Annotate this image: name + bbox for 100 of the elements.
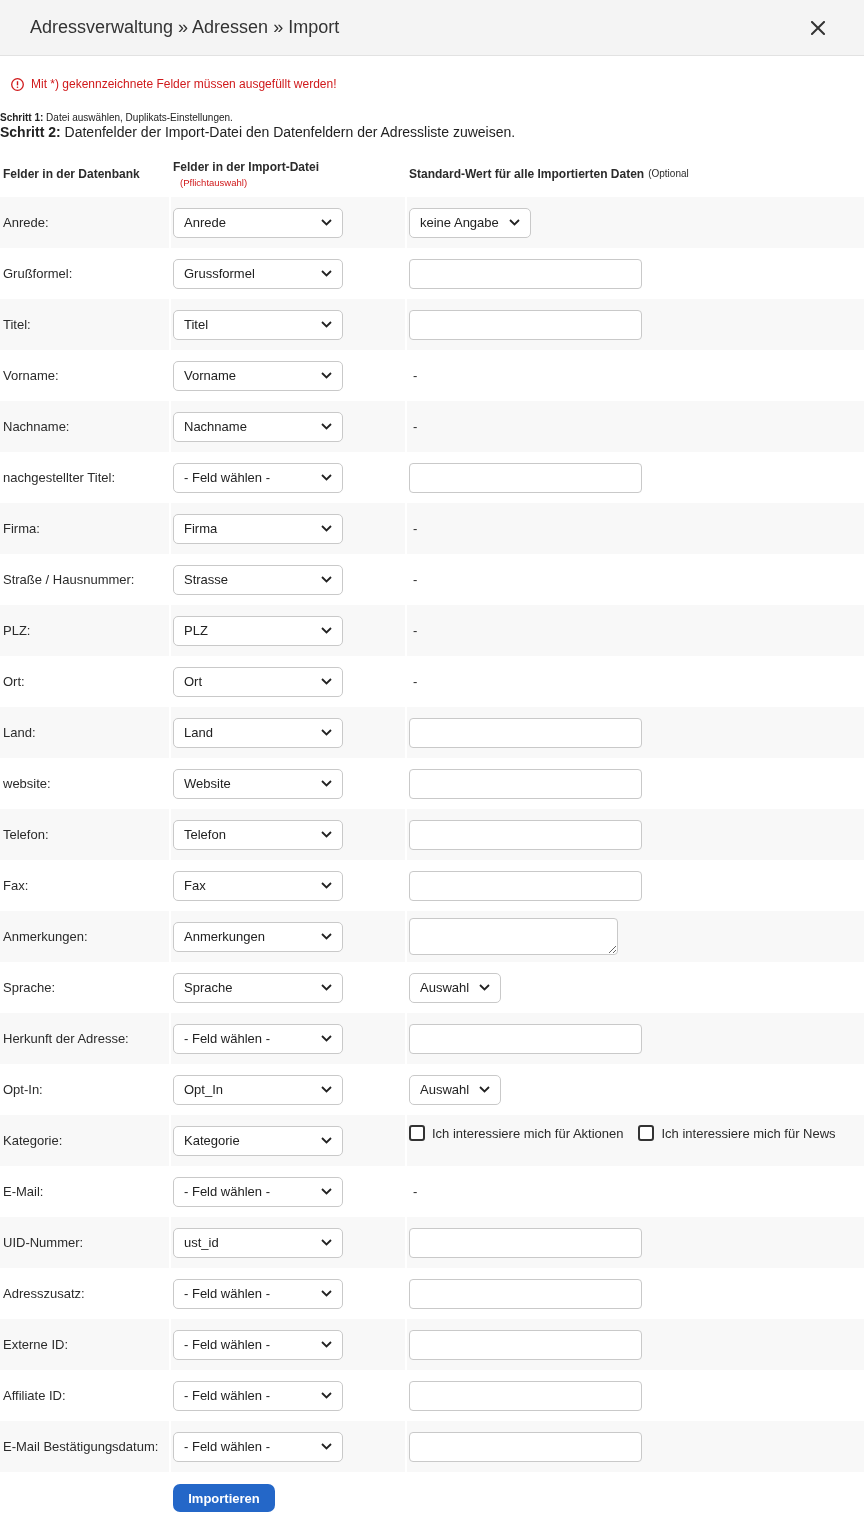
dropdown[interactable]: Telefon (173, 819, 343, 850)
chevron-down-icon (321, 780, 332, 787)
checkbox-label[interactable]: Ich interessiere mich für Aktionen (432, 1125, 624, 1141)
chevron-down-icon (479, 984, 491, 991)
chevron-down-icon (321, 1035, 332, 1042)
chevron-down-icon (321, 933, 332, 940)
dash-text: - (412, 674, 418, 689)
text-input[interactable] (409, 1278, 642, 1309)
checkbox[interactable] (638, 1125, 655, 1141)
dropdown[interactable]: Grussformel (173, 258, 343, 289)
dropdown[interactable]: Anrede (173, 207, 343, 238)
text-input[interactable] (409, 1023, 642, 1054)
field-label: PLZ: (3, 623, 31, 638)
chevron-down-icon (321, 831, 332, 838)
field-label: UID-Nummer: (3, 1235, 84, 1250)
column-note: (Optional (648, 168, 689, 179)
dropdown[interactable]: Sprache (173, 972, 343, 1003)
chevron-down-icon (321, 1239, 332, 1246)
dropdown[interactable]: Auswahl (409, 972, 502, 1003)
text-input[interactable] (409, 870, 642, 901)
dropdown[interactable]: - Feld wählen - (173, 1023, 343, 1054)
dropdown[interactable]: - Feld wählen - (173, 462, 343, 493)
dash-text: - (412, 368, 418, 383)
page-title: Adressverwaltung » Adressen » Import (30, 17, 340, 38)
dash-text: - (412, 1184, 418, 1199)
chevron-down-icon (321, 729, 332, 736)
dropdown[interactable]: - Feld wählen - (173, 1278, 343, 1309)
chevron-down-icon (321, 525, 332, 532)
field-label: Nachname: (3, 419, 70, 434)
dropdown[interactable]: keine Angabe (409, 207, 531, 238)
field-label: Affiliate ID: (3, 1388, 66, 1403)
chevron-down-icon (321, 1392, 332, 1399)
chevron-down-icon (321, 1341, 332, 1348)
text-input[interactable] (409, 1227, 642, 1258)
dash-text: - (412, 521, 418, 536)
dropdown[interactable]: Opt_In (173, 1074, 343, 1105)
close-button[interactable] (811, 20, 825, 35)
column-note: (Pflichtauswahl) (180, 176, 248, 188)
chevron-down-icon (321, 678, 332, 685)
chevron-down-icon (321, 423, 332, 430)
dropdown[interactable]: Firma (173, 513, 343, 544)
textarea-field[interactable] (409, 918, 618, 955)
dropdown[interactable]: Vorname (173, 360, 343, 391)
notice-text: Mit *) gekennzeichnete Felder müssen ausgefüllt werden! (31, 76, 337, 92)
dropdown[interactable]: Auswahl (409, 1074, 502, 1105)
dash-text: - (412, 419, 418, 434)
checkbox-label[interactable]: Ich interessiere mich für News (661, 1125, 836, 1141)
chevron-down-icon (321, 321, 332, 328)
dropdown[interactable]: - Feld wählen - (173, 1176, 343, 1207)
checkbox[interactable] (409, 1125, 425, 1141)
text-input[interactable] (409, 768, 642, 799)
field-label: Ort: (3, 674, 25, 689)
import-button[interactable]: Importieren (173, 1484, 275, 1512)
field-label: website: (3, 776, 51, 791)
text-input[interactable] (409, 309, 642, 340)
dash-text: - (412, 572, 418, 587)
text-input[interactable] (409, 1329, 642, 1360)
field-label: E-Mail Bestätigungsdatum: (3, 1439, 159, 1454)
chevron-down-icon (508, 219, 520, 226)
field-label: Telefon: (3, 827, 49, 842)
field-label: Titel: (3, 317, 31, 332)
field-label: nachgestellter Titel: (3, 470, 115, 485)
field-label: Anmerkungen: (3, 929, 88, 944)
text-input[interactable] (409, 717, 642, 748)
dropdown[interactable]: Titel (173, 309, 343, 340)
chevron-down-icon (321, 984, 332, 991)
dropdown[interactable]: PLZ (173, 615, 343, 646)
dropdown[interactable]: Anmerkungen (173, 921, 343, 952)
dropdown[interactable]: - Feld wählen - (173, 1431, 343, 1462)
chevron-down-icon (321, 372, 332, 379)
close-icon (811, 20, 825, 35)
column-header: Standard-Wert für alle Importierten Daten (409, 166, 645, 181)
dropdown[interactable]: Kategorie (173, 1125, 343, 1156)
dropdown[interactable]: - Feld wählen - (173, 1329, 343, 1360)
dash-text: - (412, 623, 418, 638)
text-input[interactable] (409, 1431, 642, 1462)
field-label: Grußformel: (3, 266, 73, 281)
text-input[interactable] (409, 1380, 642, 1411)
field-label: Anrede: (3, 215, 49, 230)
dropdown[interactable]: Fax (173, 870, 343, 901)
chevron-down-icon (321, 1188, 332, 1195)
field-label: Vorname: (3, 368, 59, 383)
column-header: Felder in der Import-Datei (173, 159, 320, 174)
field-label: Firma: (3, 521, 40, 536)
text-input[interactable] (409, 462, 642, 493)
text-input[interactable] (409, 258, 642, 289)
step-text: Schritt 1: Datei auswählen, Duplikats-Einstellungen. (0, 112, 234, 124)
chevron-down-icon (321, 1086, 332, 1093)
dropdown[interactable]: Ort (173, 666, 343, 697)
dropdown[interactable]: - Feld wählen - (173, 1380, 343, 1411)
text-input[interactable] (409, 819, 642, 850)
dropdown[interactable]: Strasse (173, 564, 343, 595)
field-label: Land: (3, 725, 36, 740)
field-label: Sprache: (3, 980, 56, 995)
chevron-down-icon (321, 576, 332, 583)
dropdown[interactable]: Nachname (173, 411, 343, 442)
dropdown[interactable]: Website (173, 768, 343, 799)
dropdown[interactable]: Land (173, 717, 343, 748)
dropdown[interactable]: ust_id (173, 1227, 343, 1258)
chevron-down-icon (321, 270, 332, 277)
